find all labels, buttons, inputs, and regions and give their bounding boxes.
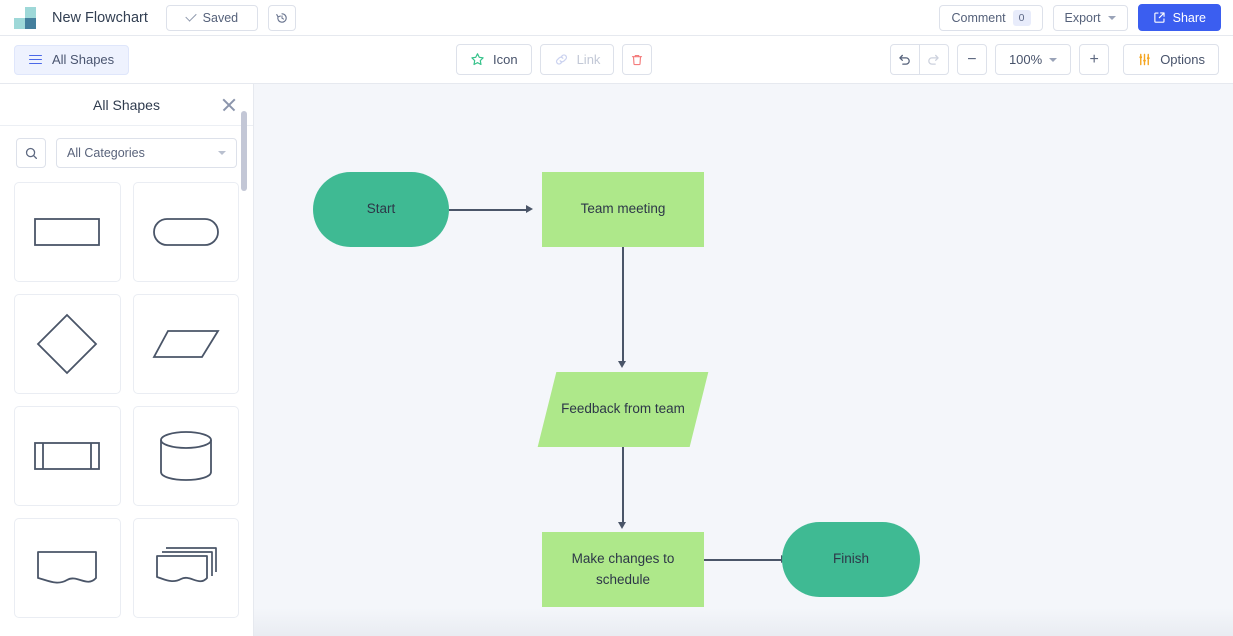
trash-icon bbox=[632, 54, 643, 65]
document-title[interactable]: New Flowchart bbox=[52, 10, 148, 26]
app-body: All Shapes All Categories Start Team mee… bbox=[0, 84, 1233, 636]
edge-arrowhead-right-1 bbox=[526, 205, 533, 213]
search-button[interactable] bbox=[16, 138, 46, 168]
flow-node-label: Feedback from team bbox=[561, 401, 685, 417]
cylinder-icon bbox=[159, 431, 212, 481]
sidebar-scrollbar-track[interactable] bbox=[241, 84, 250, 636]
rounded-rectangle-icon bbox=[152, 218, 219, 246]
check-icon bbox=[184, 10, 197, 22]
saved-label: Saved bbox=[202, 10, 239, 25]
star-icon bbox=[471, 53, 484, 66]
delete-button[interactable] bbox=[622, 44, 653, 75]
main-toolbar: All Shapes Icon Link − 100% + Options bbox=[0, 36, 1233, 84]
edge-start-to-team-meeting bbox=[449, 209, 527, 211]
redo-icon bbox=[928, 54, 940, 65]
all-shapes-toggle-button[interactable]: All Shapes bbox=[14, 44, 130, 75]
app-logo[interactable] bbox=[14, 6, 36, 29]
undo-button[interactable] bbox=[889, 44, 920, 75]
chevron-down-icon bbox=[1107, 15, 1116, 20]
shape-item-rounded-rectangle[interactable] bbox=[132, 182, 239, 282]
category-select[interactable]: All Categories bbox=[56, 138, 237, 168]
shape-item-document[interactable] bbox=[14, 518, 121, 618]
header-actions: Comment 0 Export Share bbox=[939, 4, 1221, 31]
undo-redo-group bbox=[889, 44, 949, 75]
document-icon bbox=[37, 551, 98, 584]
logo-square-top-right bbox=[25, 6, 36, 18]
canvas-bottom-fade bbox=[254, 608, 1233, 636]
comment-button[interactable]: Comment 0 bbox=[939, 4, 1043, 31]
edge-arrowhead-down-2 bbox=[618, 522, 627, 529]
search-icon bbox=[25, 147, 37, 159]
undo-icon bbox=[899, 54, 911, 65]
edge-feedback-to-make-changes bbox=[622, 446, 624, 524]
share-label: Share bbox=[1172, 10, 1206, 25]
export-label: Export bbox=[1064, 10, 1101, 25]
link-chain-icon bbox=[555, 54, 567, 65]
comment-label: Comment bbox=[951, 10, 1006, 25]
sidebar-header: All Shapes bbox=[0, 84, 253, 126]
flow-node-label: Start bbox=[366, 201, 396, 217]
shape-item-parallelogram[interactable] bbox=[132, 294, 239, 394]
saved-status-button[interactable]: Saved bbox=[165, 4, 258, 31]
multi-document-icon bbox=[155, 547, 217, 583]
edge-team-meeting-to-feedback bbox=[622, 246, 624, 363]
flow-node-team-meeting[interactable]: Team meeting bbox=[542, 172, 704, 247]
zoom-level-label: 100% bbox=[1008, 52, 1043, 67]
all-shapes-label: All Shapes bbox=[52, 52, 115, 67]
sidebar-scrollbar-thumb[interactable] bbox=[241, 111, 247, 191]
shapes-sidebar: All Shapes All Categories bbox=[0, 84, 254, 636]
chevron-down-icon bbox=[218, 151, 226, 155]
shape-item-diamond[interactable] bbox=[14, 294, 121, 394]
sliders-icon bbox=[1139, 53, 1150, 66]
redo-button[interactable] bbox=[918, 44, 949, 75]
export-button[interactable]: Export bbox=[1052, 4, 1128, 31]
flow-node-label: Team meeting bbox=[580, 201, 666, 217]
shape-item-cylinder[interactable] bbox=[132, 406, 239, 506]
zoom-in-label: + bbox=[1089, 50, 1099, 68]
flow-node-label: Finish bbox=[832, 551, 869, 567]
external-link-icon bbox=[1153, 12, 1165, 23]
diamond-icon bbox=[36, 313, 98, 375]
shape-item-multi-document[interactable] bbox=[132, 518, 239, 618]
edge-make-changes-to-finish bbox=[704, 559, 782, 561]
insert-icon-label: Icon bbox=[493, 52, 518, 67]
hamburger-icon bbox=[29, 52, 42, 67]
shape-item-predefined-process[interactable] bbox=[14, 406, 121, 506]
app-header: New Flowchart Saved Comment 0 Export Sha… bbox=[0, 0, 1233, 36]
sidebar-title: All Shapes bbox=[93, 96, 160, 113]
insert-icon-button[interactable]: Icon bbox=[456, 44, 532, 75]
sidebar-search-row: All Categories bbox=[0, 126, 253, 182]
zoom-level-select[interactable]: 100% bbox=[994, 44, 1072, 75]
insert-link-button[interactable]: Link bbox=[539, 44, 615, 75]
logo-square-bottom-left bbox=[14, 17, 25, 29]
shape-palette-grid bbox=[0, 182, 253, 636]
toolbar-center-group: Icon Link bbox=[456, 44, 653, 75]
rectangle-icon bbox=[34, 218, 101, 246]
predefined-process-icon bbox=[34, 442, 101, 470]
zoom-out-button[interactable]: − bbox=[956, 44, 987, 75]
flow-node-finish[interactable]: Finish bbox=[782, 522, 920, 597]
options-button[interactable]: Options bbox=[1123, 44, 1219, 75]
history-clock-icon bbox=[276, 12, 287, 23]
chevron-down-icon bbox=[1049, 57, 1058, 62]
zoom-out-label: − bbox=[967, 50, 977, 68]
comment-count-badge: 0 bbox=[1012, 9, 1031, 26]
shape-item-rectangle[interactable] bbox=[14, 182, 121, 282]
toolbar-right-group: − 100% + Options bbox=[889, 44, 1219, 75]
logo-square-bottom-right bbox=[25, 17, 36, 29]
flow-node-start[interactable]: Start bbox=[313, 172, 449, 247]
flow-node-feedback[interactable]: Feedback from team bbox=[537, 372, 709, 447]
flow-node-make-changes[interactable]: Make changes to schedule bbox=[542, 532, 704, 607]
insert-link-label: Link bbox=[576, 52, 601, 67]
flow-node-label: Make changes to schedule bbox=[571, 550, 675, 587]
flowchart-canvas[interactable]: Start Team meeting Feedback from team Ma… bbox=[254, 84, 1233, 636]
version-history-button[interactable] bbox=[267, 4, 296, 31]
category-select-value: All Categories bbox=[67, 146, 145, 160]
edge-arrowhead-down-1 bbox=[618, 361, 627, 368]
options-label: Options bbox=[1160, 52, 1205, 67]
parallelogram-icon bbox=[152, 330, 220, 358]
share-button[interactable]: Share bbox=[1137, 4, 1221, 31]
close-icon[interactable] bbox=[221, 97, 237, 113]
zoom-in-button[interactable]: + bbox=[1079, 44, 1110, 75]
